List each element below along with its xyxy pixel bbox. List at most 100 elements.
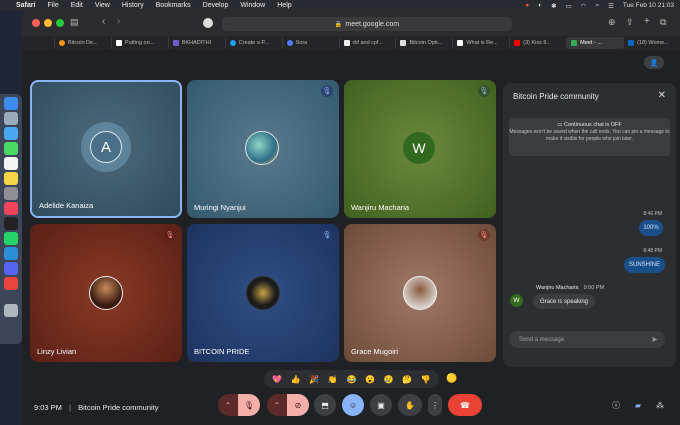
menu-file[interactable]: File [47, 2, 58, 9]
share-icon[interactable]: ⇪ [626, 17, 634, 28]
settings-icon[interactable] [4, 187, 18, 200]
send-message-input[interactable]: Send a message [509, 331, 665, 348]
captions-button[interactable]: ▣ [370, 394, 392, 416]
download-icon[interactable]: ⊕ [608, 17, 616, 28]
skin-tone-icon[interactable]: 🟡 [446, 373, 457, 384]
reaction-laugh-icon[interactable]: 😂 [346, 375, 356, 384]
terminal-icon[interactable] [4, 217, 18, 230]
mic-options-button[interactable]: ⌃ [218, 394, 238, 416]
reaction-thinking-icon[interactable]: 🤔 [402, 375, 412, 384]
tab-label: What is Re... [466, 40, 498, 46]
close-icon[interactable]: ✕ [658, 90, 666, 101]
hang-up-icon: ☎ [460, 400, 470, 410]
zoom-window-button[interactable] [56, 19, 64, 27]
raise-hand-button[interactable]: ✋ [398, 394, 422, 416]
minimize-window-button[interactable] [44, 19, 52, 27]
menu-window[interactable]: Window [240, 2, 265, 9]
vscode-icon[interactable] [4, 247, 18, 260]
record-status-icon[interactable]: ◐ [538, 2, 542, 9]
calendar-icon[interactable] [4, 157, 18, 170]
activities-button[interactable]: ⁂ [652, 394, 668, 416]
present-screen-button[interactable]: ⬒ [314, 394, 336, 416]
avatar [245, 131, 279, 165]
leave-call-button[interactable]: ☎ [448, 394, 482, 416]
menu-view[interactable]: View [95, 2, 110, 9]
sender-name: Wanjiru Macharia [536, 285, 579, 291]
tab-label: (18) Wome... [637, 40, 669, 46]
search-icon[interactable]: ⌕ [595, 2, 599, 10]
participant-tile[interactable]: 🎙 Linzy Livian [30, 224, 182, 362]
menu-app-name[interactable]: Safari [16, 2, 35, 9]
new-tab-icon[interactable]: + [644, 16, 650, 27]
back-icon[interactable]: ‹ [102, 16, 105, 27]
tab-bkhadithi[interactable]: BKHADITHI [167, 37, 225, 49]
meeting-details-button[interactable]: ⓘ [608, 394, 624, 416]
forward-icon[interactable]: › [117, 16, 120, 27]
reaction-thumbs-up-icon[interactable]: 👍 [291, 375, 301, 384]
participant-tile[interactable]: 🎙 BITCOIN PRIDE [187, 224, 339, 362]
mic-status-icon[interactable]: ● [525, 2, 529, 9]
address-bar[interactable]: 🔒 meet.google.com [222, 17, 512, 31]
reaction-clap-icon[interactable]: 👏 [328, 375, 338, 384]
tab-kiss[interactable]: (3) Kiss 9... [509, 37, 566, 49]
avatar [403, 276, 437, 310]
tab-bitcoin-opti[interactable]: Bitcoin Opti... [395, 37, 452, 49]
avatar-initial: A [100, 138, 111, 156]
camera-options-button[interactable]: ⌃ [267, 394, 287, 416]
participant-tile[interactable]: A Adelide Kanaiza [30, 80, 182, 218]
reaction-surprised-icon[interactable]: 😮 [365, 375, 375, 384]
reaction-heart-icon[interactable]: 💖 [272, 375, 282, 384]
music-icon[interactable] [4, 202, 18, 215]
reaction-thumbs-down-icon[interactable]: 👎 [421, 375, 431, 384]
tab-sora[interactable]: Sora [281, 37, 339, 49]
tab-overview-icon[interactable]: ⧉ [660, 17, 666, 28]
send-icon[interactable]: ➤ [651, 335, 658, 344]
close-window-button[interactable] [32, 19, 40, 27]
tab-meet[interactable]: Meet - ... [566, 37, 624, 49]
notice-title: ▭ Continuous chat is OFF [509, 122, 670, 129]
participant-tile[interactable]: 🎙 Grace Mugoiri [344, 224, 496, 362]
wifi-icon[interactable]: ◠ [581, 2, 587, 10]
whatsapp-icon[interactable] [4, 232, 18, 245]
emoji-reactions-button[interactable]: ☺ [342, 394, 364, 416]
notes-icon[interactable] [4, 172, 18, 185]
microphone-off-button[interactable]: 🎙 [238, 394, 260, 416]
battery-icon[interactable]: ▭ [566, 2, 572, 10]
menu-history[interactable]: History [122, 2, 144, 9]
chat-panel: Bitcoin Pride community ✕ ▭ Continuous c… [503, 83, 676, 367]
menu-edit[interactable]: Edit [71, 2, 83, 9]
tab-favicon-icon [229, 40, 236, 46]
menu-bookmarks[interactable]: Bookmarks [156, 2, 191, 9]
meeting-info: 9:03 PM | Bitcoin Pride community [34, 403, 159, 412]
safari-icon[interactable] [4, 127, 18, 140]
messages-icon[interactable] [4, 142, 18, 155]
menubar-datetime[interactable]: Tue Feb 10 21:03 [623, 2, 674, 9]
reaction-party-icon[interactable]: 🎉 [309, 375, 319, 384]
participant-tile[interactable]: W 🎙 Wanjiru Macharia [344, 80, 496, 218]
tab-women[interactable]: (18) Wome... [623, 37, 680, 49]
tab-what-is-re[interactable]: What is Re... [452, 37, 509, 49]
meeting-separator: | [69, 403, 71, 412]
extension-icon[interactable] [203, 18, 213, 28]
tab-create-a-p[interactable]: Create a P... [224, 37, 282, 49]
chat-notice: ▭ Continuous chat is OFF Messages won't … [509, 118, 670, 156]
control-center-icon[interactable]: ☰ [608, 2, 614, 10]
finder-icon[interactable] [4, 97, 18, 110]
more-options-button[interactable]: ⋮ [428, 394, 442, 416]
discord-icon[interactable] [4, 262, 18, 275]
camera-off-button[interactable]: ⊘ [287, 394, 309, 416]
reaction-sad-icon[interactable]: 😢 [384, 375, 394, 384]
tab-rbf-cpf[interactable]: rbf and cpf... [338, 37, 396, 49]
participant-tile[interactable]: 🎙 Muringi Nyanjui [187, 80, 339, 218]
bluetooth-icon[interactable]: ✱ [551, 2, 556, 10]
menu-help[interactable]: Help [277, 2, 291, 9]
tab-bitcoin-de[interactable]: Bitcoin De... [54, 37, 111, 49]
sidebar-icon[interactable]: ▤ [70, 17, 79, 28]
menu-develop[interactable]: Develop [203, 2, 229, 9]
launchpad-icon[interactable] [4, 112, 18, 125]
account-avatar[interactable]: 👤 [644, 56, 664, 69]
chat-button[interactable]: ▰ [630, 394, 646, 416]
tab-putting-on[interactable]: Putting on... [110, 37, 168, 49]
chrome-icon[interactable] [4, 277, 18, 290]
trash-icon[interactable] [4, 304, 18, 317]
